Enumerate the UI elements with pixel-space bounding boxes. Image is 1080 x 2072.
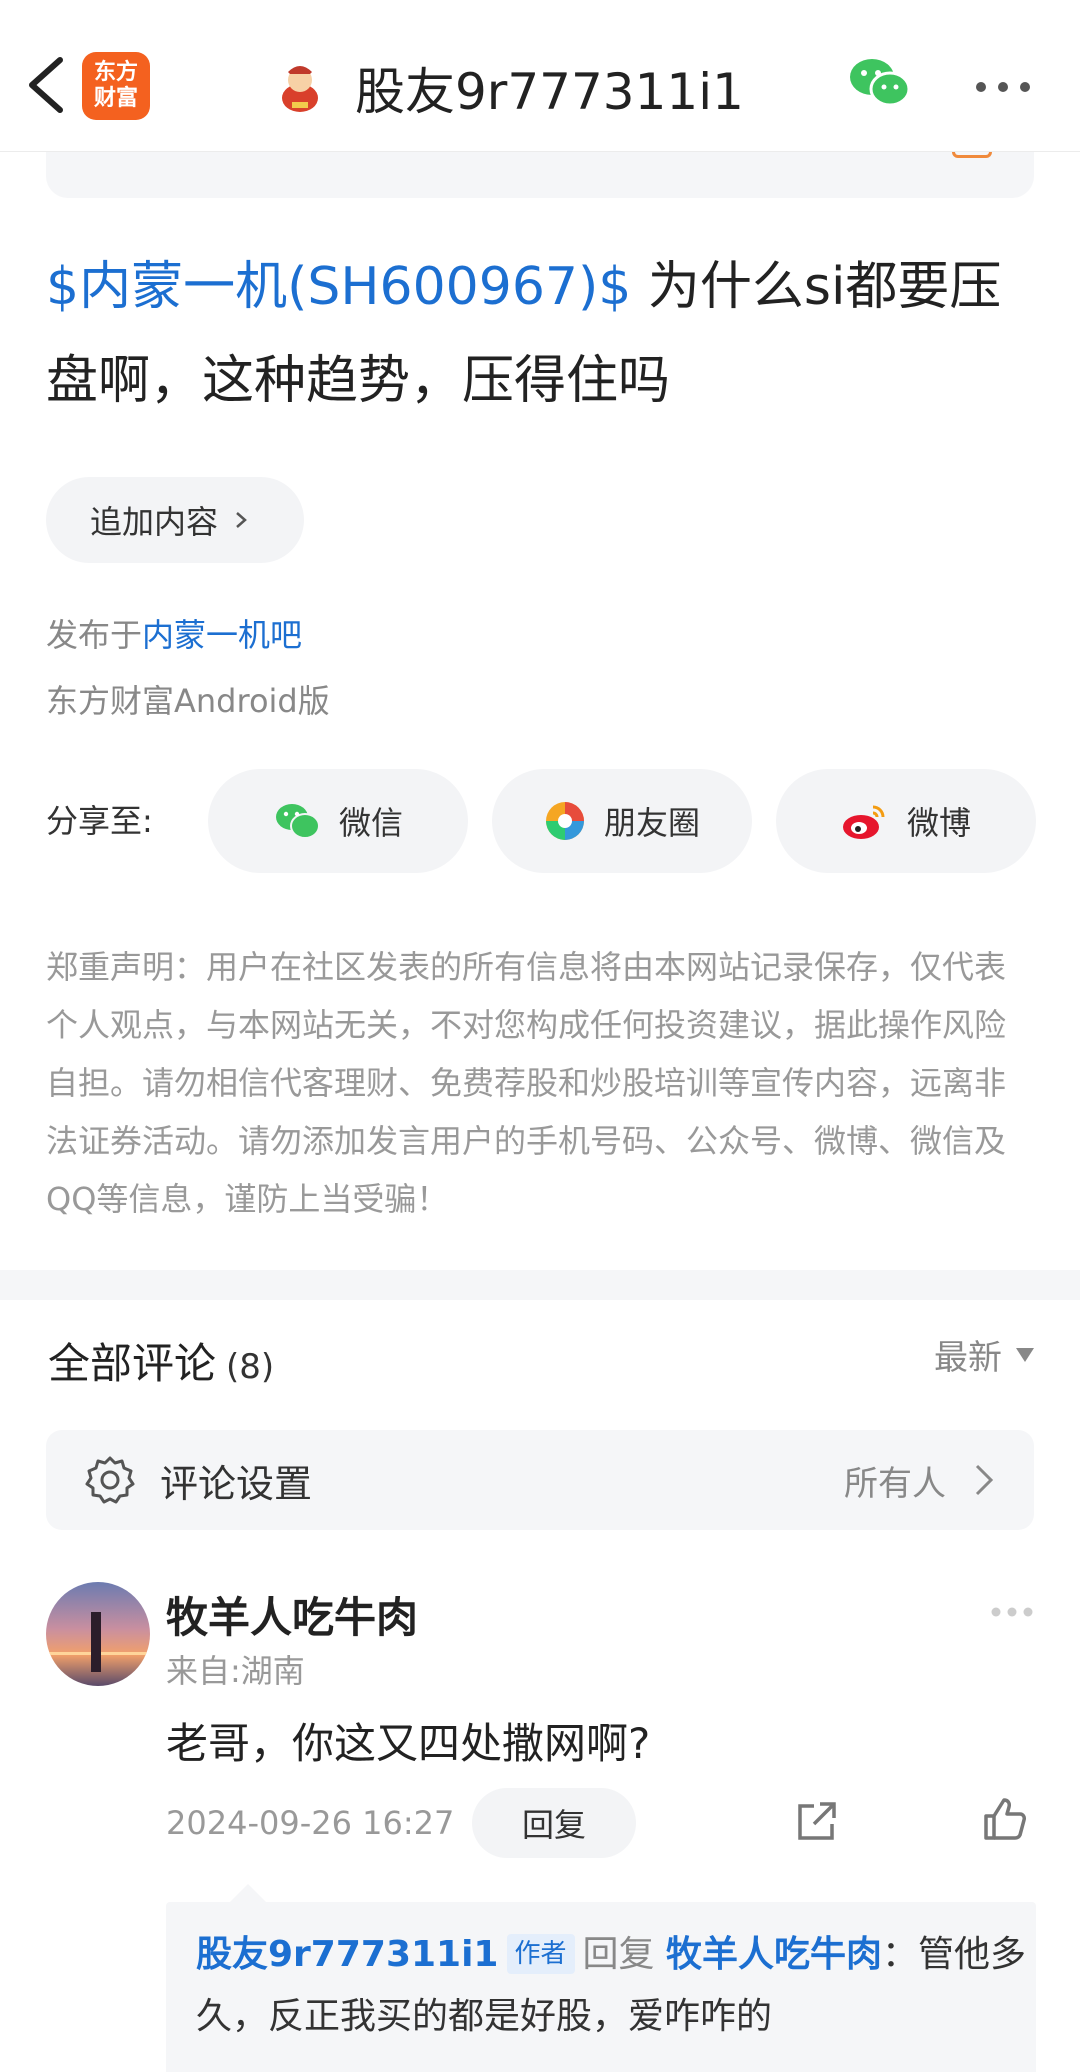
weibo-icon <box>842 805 885 839</box>
avatar[interactable] <box>46 1582 150 1686</box>
thumbs-up-icon[interactable] <box>980 1796 1028 1844</box>
share-label: 分享至: <box>46 802 153 840</box>
section-divider <box>0 1270 1080 1300</box>
reply-verb: 回复 <box>582 1934 655 1975</box>
share-weibo-button[interactable]: 微博 <box>776 769 1036 873</box>
wechat-icon[interactable] <box>846 55 912 111</box>
page-title: 股友9r777311i1 <box>355 63 744 121</box>
comments-header: 全部评论 (8) <box>48 1330 274 1391</box>
caret-down-icon <box>1016 1347 1034 1362</box>
comment-time: 2024-09-26 16:27 <box>166 1804 455 1842</box>
published-in: 发布于内蒙一机吧 <box>46 610 302 656</box>
share-wechat-button[interactable]: 微信 <box>208 769 468 873</box>
sort-dropdown[interactable]: 最新 <box>934 1330 1034 1379</box>
share-weibo-label: 微博 <box>906 804 971 842</box>
moments-icon <box>545 802 584 840</box>
disclaimer: 郑重声明：用户在社区发表的所有信息将由本网站记录保存，仅代表个人观点，与本网站无… <box>46 948 1007 1218</box>
comment-text: 老哥，你这又四处撒网啊? <box>166 1719 651 1768</box>
top-bar: 东方 财富 股友9r777311i1 <box>0 0 1080 152</box>
share-moments-button[interactable]: 朋友圈 <box>492 769 752 873</box>
reply-author[interactable]: 股友9r777311i1 <box>196 1934 499 1975</box>
comment-settings-value: 所有人 <box>844 1430 994 1530</box>
bar-link[interactable]: 内蒙一机吧 <box>142 616 302 654</box>
comments-title: 全部评论 <box>48 1339 217 1388</box>
settings-value-text: 所有人 <box>844 1463 946 1504</box>
reply-item: 股友9r777311i1 作者 回复 牧羊人吃牛肉：管他多久，反正我买的都是好股，爱… <box>196 1924 1026 2048</box>
share-icon[interactable] <box>792 1798 840 1846</box>
comment-settings-row[interactable]: 评论设置 所有人 <box>46 1430 1034 1530</box>
reply-thread-pointer <box>230 1884 266 1902</box>
post-body: $内蒙一机(SH600967)$ 为什么si都要压盘啊，这种趋势，压得住吗 <box>46 240 1036 428</box>
reply-thread: 股友9r777311i1 作者 回复 牧羊人吃牛肉：管他多久，反正我买的都是好股，爱… <box>166 1884 1036 2072</box>
share-moments-label: 朋友圈 <box>603 804 700 842</box>
avatar-mascot-icon <box>282 66 318 112</box>
back-icon[interactable] <box>20 50 80 120</box>
more-icon[interactable] <box>974 80 1032 94</box>
avatar-lighthouse <box>91 1612 101 1672</box>
comment-settings-label: 评论设置 <box>160 1461 313 1506</box>
chevron-right-icon <box>975 1464 994 1496</box>
logo-text-line1: 东方 <box>93 60 138 85</box>
post-source: 东方财富Android版 <box>46 682 330 720</box>
sort-label: 最新 <box>934 1338 1002 1378</box>
chevron-right-icon <box>236 512 247 528</box>
app-logo[interactable]: 东方 财富 <box>82 52 150 120</box>
share-wechat-label: 微信 <box>338 804 403 842</box>
add-content-label: 追加内容 <box>90 503 219 541</box>
comments-count: (8) <box>226 1347 275 1387</box>
author-badge: 作者 <box>506 1934 575 1974</box>
gear-icon <box>85 1456 135 1504</box>
comment-more-icon[interactable] <box>990 1606 1034 1618</box>
comment-location: 来自:湖南 <box>166 1652 305 1690</box>
reply-button[interactable]: 回复 <box>472 1788 636 1858</box>
logo-text-line2: 财富 <box>93 86 138 111</box>
published-prefix: 发布于 <box>46 616 143 654</box>
add-content-button[interactable]: 追加内容 <box>46 477 304 563</box>
comment-username[interactable]: 牧羊人吃牛肉 <box>166 1584 418 1645</box>
wechat-icon <box>275 804 320 839</box>
stock-link[interactable]: $内蒙一机(SH600967)$ <box>46 257 631 317</box>
reply-target[interactable]: 牧羊人吃牛肉 <box>666 1934 882 1975</box>
